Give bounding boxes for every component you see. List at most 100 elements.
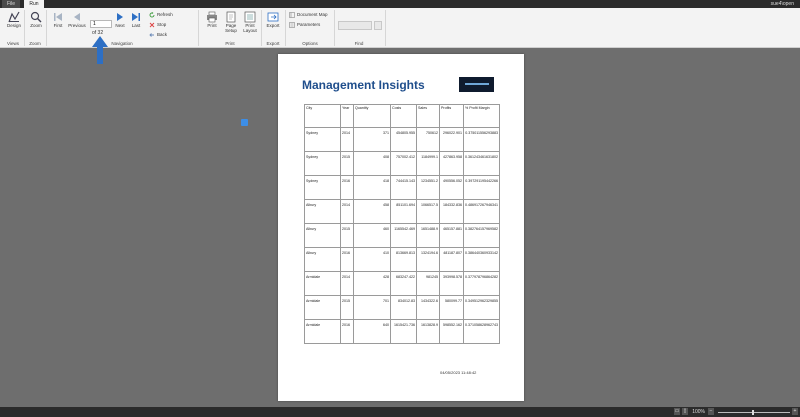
- last-page-icon: [132, 13, 140, 21]
- table-cell: Sydney: [304, 151, 341, 176]
- table-cell: 2016: [340, 175, 354, 200]
- table-cell: 454805.955: [390, 127, 417, 152]
- design-button[interactable]: Design: [5, 11, 23, 28]
- parameters-button[interactable]: Parameters: [289, 22, 320, 28]
- page-setup-button[interactable]: Page Setup: [222, 11, 240, 33]
- group-options: Options: [302, 41, 318, 46]
- export-icon: [267, 12, 279, 22]
- magnifier-icon: [30, 11, 42, 23]
- table-cell: 1234551.2: [416, 175, 440, 200]
- print-button[interactable]: Print: [204, 11, 220, 28]
- table-row: Sydney 2014 371 454805.955 750612 296022.901 0…: [304, 127, 500, 152]
- stop-label: Stop: [157, 22, 167, 28]
- table-cell: 0.371058628962743: [463, 319, 500, 344]
- table-cell: 750612: [416, 127, 440, 152]
- previous-page-button[interactable]: Previous: [67, 11, 87, 28]
- next-page-button[interactable]: Next: [113, 11, 127, 28]
- table-cell: 2016: [340, 319, 354, 344]
- table-cell: 580099.77: [439, 295, 464, 320]
- zoom-out-icon[interactable]: −: [708, 408, 714, 415]
- table-row: Armidale 2014 428 683247.422 981245 393998.57…: [304, 271, 500, 296]
- stop-button[interactable]: Stop: [149, 22, 166, 28]
- page-number-input[interactable]: 1: [90, 20, 112, 28]
- table-cell: 981245: [416, 271, 440, 296]
- table-cell: 701: [353, 295, 391, 320]
- table-cell: 2015: [340, 151, 354, 176]
- refresh-button[interactable]: Refresh: [149, 12, 173, 18]
- table-cell: 0.486917267946341: [463, 199, 500, 224]
- group-zoom: Zoom: [29, 41, 41, 46]
- table-cell: 813669.813: [390, 247, 417, 272]
- export-button[interactable]: Export: [264, 11, 282, 28]
- table-cell: 2015: [340, 295, 354, 320]
- group-views: Views: [7, 41, 19, 46]
- table-cell: 408: [353, 151, 391, 176]
- table-cell: 0.382764157969582: [463, 223, 500, 248]
- user-name: sue4\open: [770, 1, 794, 7]
- refresh-icon: [149, 12, 155, 18]
- table-cell: 296022.901: [439, 127, 464, 152]
- report-timestamp: 04/05/2023 11:48:42: [440, 370, 477, 375]
- table-row: Sydney 2016 418 744415.143 1234551.2 490556.0…: [304, 175, 500, 200]
- zoom-label: Zoom: [30, 23, 42, 28]
- zoom-slider[interactable]: [718, 410, 790, 415]
- table-row: Albury 2014 458 851101.694 1066517.5 184332.8…: [304, 199, 500, 224]
- find-input[interactable]: [338, 21, 372, 30]
- page-setup-label: Page Setup: [225, 23, 237, 33]
- document-map-icon: [289, 12, 295, 18]
- table-cell: Albury: [304, 199, 341, 224]
- report-title: Management Insights: [302, 78, 425, 92]
- group-export: Export: [266, 41, 280, 46]
- stop-icon: [149, 22, 155, 28]
- table-cell: Sydney: [304, 175, 341, 200]
- table-cell: 1066517.5: [416, 199, 440, 224]
- column-header: Profits: [439, 104, 464, 128]
- last-page-button[interactable]: Last: [129, 11, 143, 28]
- table-cell: 1324194.6: [416, 247, 440, 272]
- fit-page-icon[interactable]: ▭: [674, 408, 680, 415]
- ribbon: Design Zoom Views Zoom First Previous 1 …: [0, 8, 800, 48]
- zoom-level: 100%: [692, 409, 705, 415]
- divider: [46, 10, 47, 46]
- table-cell: 598552.162: [439, 319, 464, 344]
- table-cell: 744415.143: [390, 175, 417, 200]
- table-cell: 458: [353, 199, 391, 224]
- find-button[interactable]: [374, 21, 382, 30]
- divider: [385, 10, 386, 46]
- page-setup-icon: [226, 11, 236, 23]
- print-layout-button[interactable]: Print Layout: [242, 11, 258, 33]
- back-arrow-icon: [149, 33, 154, 37]
- column-header: % Profit Margin: [463, 104, 500, 128]
- table-cell: 757002.412: [390, 151, 417, 176]
- tab-file[interactable]: File: [2, 0, 20, 8]
- divider: [198, 10, 199, 46]
- fit-width-icon[interactable]: ▯: [682, 408, 688, 415]
- zoom-in-icon[interactable]: +: [792, 408, 798, 415]
- table-cell: 465157.881: [439, 223, 464, 248]
- next-icon: [117, 13, 123, 21]
- table-cell: 0.386440360933142: [463, 247, 500, 272]
- previous-icon: [74, 13, 80, 21]
- column-header: Costs: [390, 104, 417, 128]
- group-find: Find: [354, 41, 364, 46]
- tab-run[interactable]: Run: [24, 0, 44, 8]
- table-cell: 1184999.1: [416, 151, 440, 176]
- table-cell: Armidale: [304, 295, 341, 320]
- back-button[interactable]: Back: [149, 32, 167, 38]
- table-cell: 834012.83: [390, 295, 417, 320]
- table-cell: 0.349512962329855: [463, 295, 500, 320]
- previous-label: Previous: [68, 23, 86, 28]
- first-page-button[interactable]: First: [50, 11, 66, 28]
- mouse-cursor-icon: [241, 119, 248, 126]
- export-label: Export: [266, 23, 280, 28]
- table-row: Armidale 2016 640 1615421.736 1613828.9 59855…: [304, 319, 500, 344]
- table-cell: 640: [353, 319, 391, 344]
- table-cell: 1165542.469: [390, 223, 417, 248]
- column-header: Year: [340, 104, 354, 128]
- table-cell: 428: [353, 271, 391, 296]
- next-label: Next: [115, 23, 125, 28]
- table-cell: 2015: [340, 223, 354, 248]
- zoom-button[interactable]: Zoom: [28, 11, 44, 28]
- document-map-button[interactable]: Document Map: [289, 12, 328, 18]
- divider: [285, 10, 286, 46]
